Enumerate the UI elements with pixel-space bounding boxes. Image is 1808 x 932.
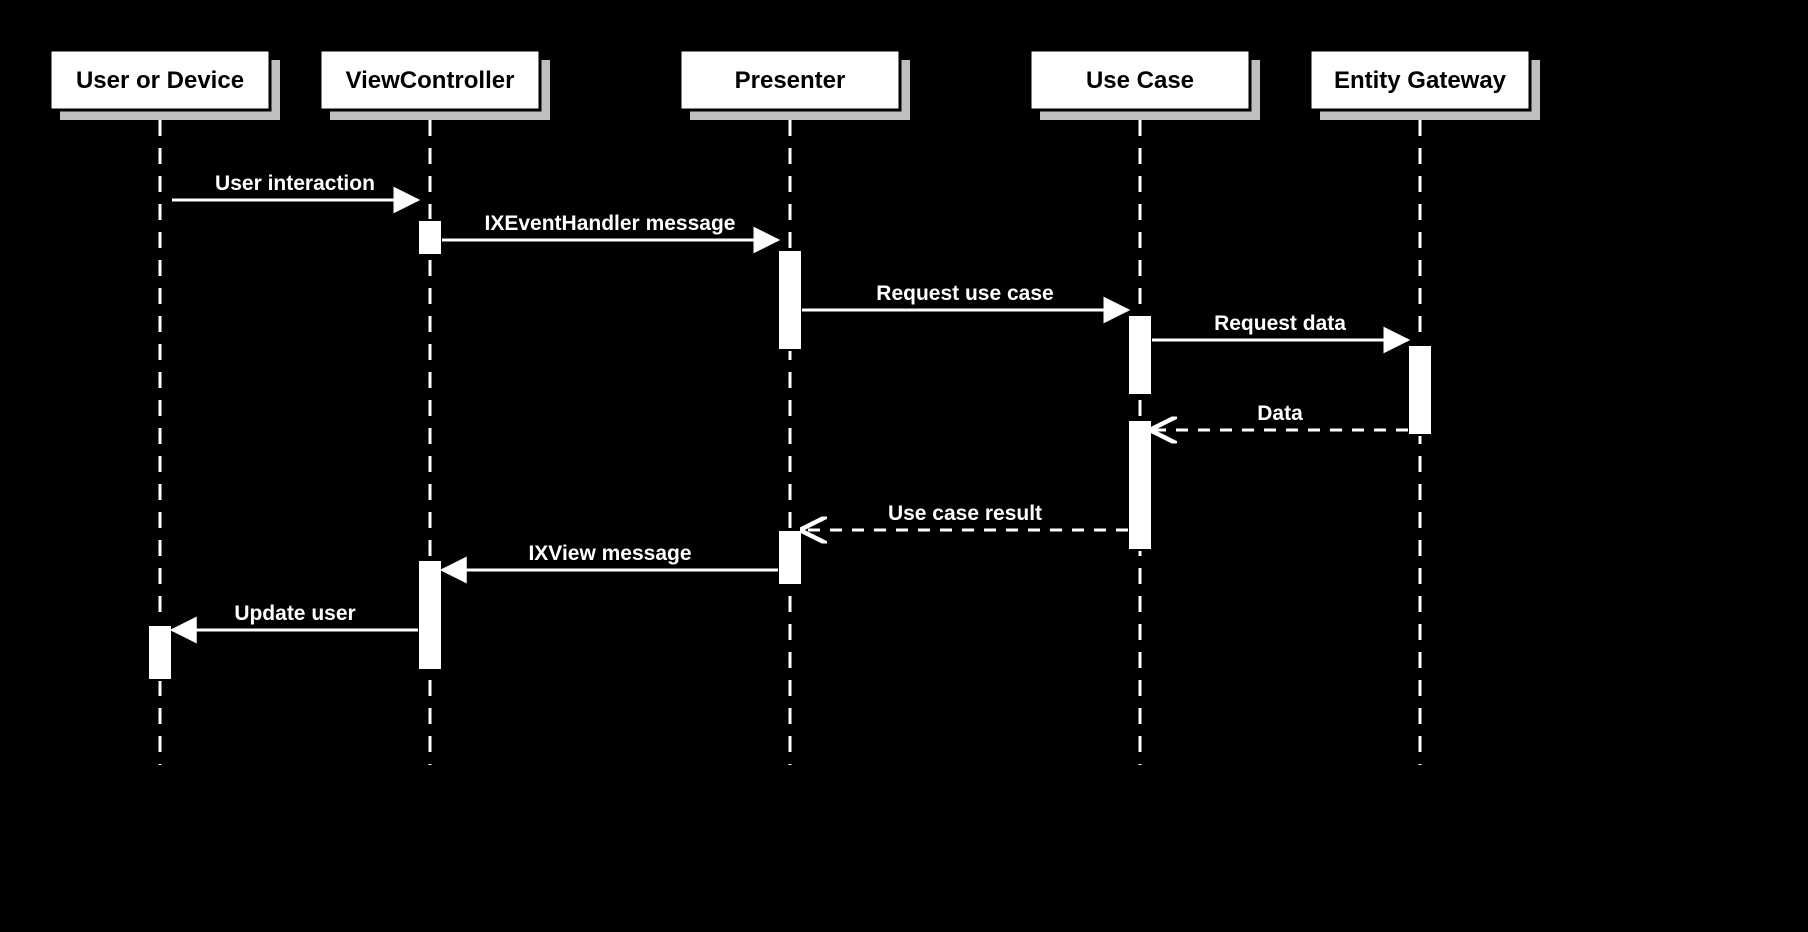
activation-bar: [778, 530, 802, 585]
message-label: Request data: [1214, 312, 1346, 335]
message-label: IXView message: [528, 542, 691, 565]
activation-bar: [418, 560, 442, 670]
activation-bar: [148, 625, 172, 680]
activation-bar: [1408, 345, 1432, 435]
activation-bar: [418, 220, 442, 255]
lifeline-label: Entity Gateway: [1334, 67, 1507, 94]
lifeline-label: Use Case: [1086, 67, 1194, 94]
activation-bar: [778, 250, 802, 350]
message-label: Data: [1257, 402, 1303, 425]
message-label: Update user: [234, 602, 355, 625]
lifeline-label: Presenter: [735, 67, 846, 94]
message-label: IXEventHandler message: [485, 212, 736, 235]
message-label: Use case result: [888, 502, 1042, 525]
message-label: User interaction: [215, 172, 375, 195]
lifeline-label: ViewController: [346, 67, 515, 94]
lifeline-label: User or Device: [76, 67, 244, 94]
activation-bar: [1128, 315, 1152, 395]
message-label: Request use case: [876, 282, 1053, 305]
activation-bar: [1128, 420, 1152, 550]
